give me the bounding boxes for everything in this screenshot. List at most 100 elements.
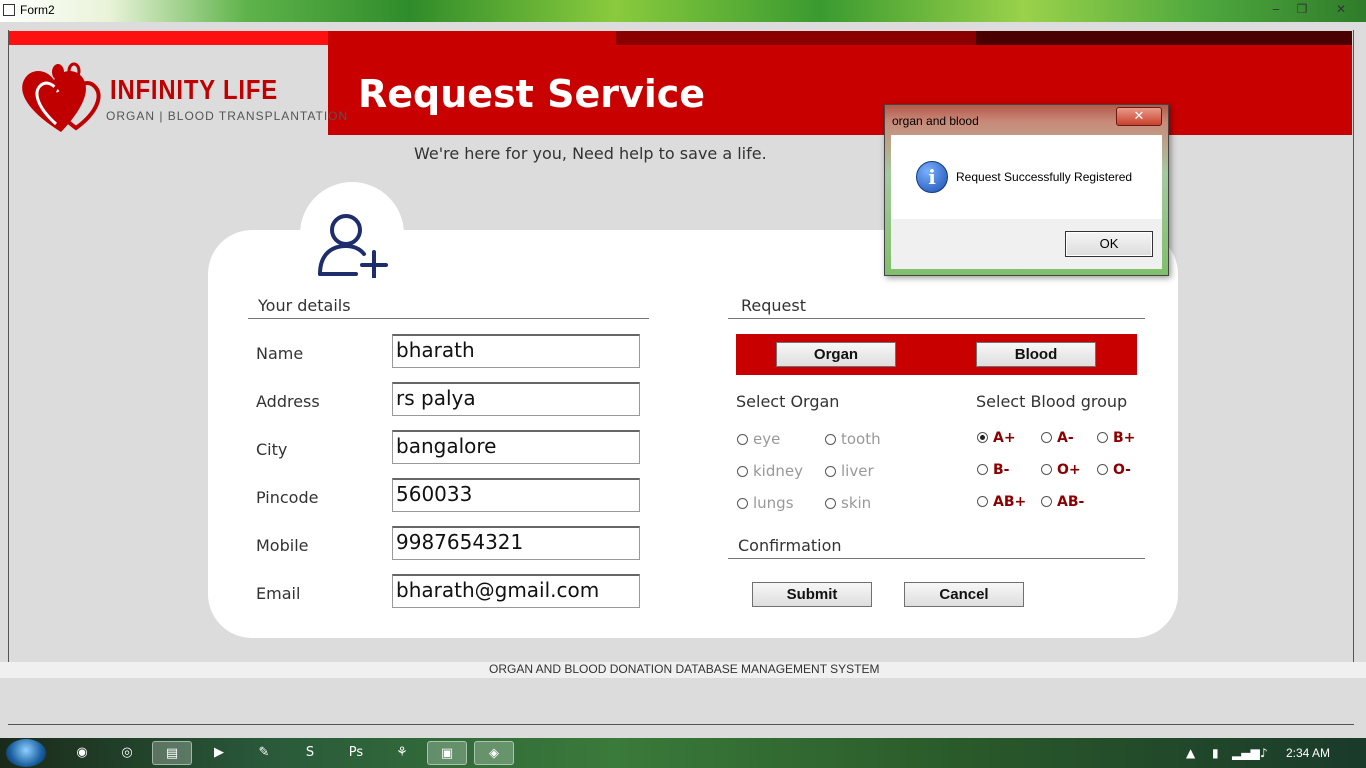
blood-label: O+ bbox=[1057, 462, 1081, 478]
form-app-icon[interactable]: ▣ bbox=[427, 741, 467, 765]
blood-label: AB+ bbox=[993, 494, 1027, 510]
firefox-icon[interactable]: ◉ bbox=[62, 741, 102, 765]
network-icon[interactable]: ▂▄▆ bbox=[1232, 746, 1260, 760]
organ-radio-tooth[interactable]: tooth bbox=[825, 430, 881, 448]
organ-radio-eye[interactable]: eye bbox=[737, 430, 780, 448]
header-stripe bbox=[616, 31, 976, 45]
window-title: Form2 bbox=[20, 3, 55, 17]
ok-button[interactable]: OK bbox=[1065, 231, 1153, 257]
message-dialog: organ and blood ✕ i Request Successfully… bbox=[884, 104, 1169, 276]
maximize-button[interactable]: ❐ bbox=[1290, 1, 1314, 18]
blood-radio-o-neg[interactable]: O- bbox=[1097, 462, 1131, 478]
organ-label: eye bbox=[753, 430, 781, 448]
app-icon[interactable]: ⚘ bbox=[382, 741, 422, 765]
name-field[interactable]: bharath bbox=[392, 334, 640, 368]
chrome-icon[interactable]: ◎ bbox=[107, 741, 147, 765]
minimize-button[interactable]: ‒ bbox=[1264, 1, 1288, 18]
dialog-body: i Request Successfully Registered bbox=[891, 135, 1162, 219]
mobile-label: Mobile bbox=[256, 536, 309, 555]
organ-label: liver bbox=[841, 462, 874, 480]
organ-radio-lungs[interactable]: lungs bbox=[737, 494, 794, 512]
clock[interactable]: 2:34 AM bbox=[1286, 746, 1330, 760]
cancel-button[interactable]: Cancel bbox=[904, 582, 1024, 607]
radio-circle[interactable] bbox=[1097, 464, 1108, 475]
blood-label: AB- bbox=[1057, 494, 1085, 510]
radio-circle[interactable] bbox=[1041, 496, 1052, 507]
radio-circle[interactable] bbox=[1041, 464, 1052, 475]
dialog-close-button[interactable]: ✕ bbox=[1116, 107, 1162, 126]
email-label: Email bbox=[256, 584, 301, 603]
radio-circle[interactable] bbox=[977, 464, 988, 475]
organ-label: tooth bbox=[841, 430, 881, 448]
address-label: Address bbox=[256, 392, 320, 411]
close-button[interactable]: ✕ bbox=[1326, 1, 1356, 18]
form-bottom-border bbox=[8, 724, 1354, 725]
email-field[interactable]: bharath@gmail.com bbox=[392, 574, 640, 608]
details-divider bbox=[248, 318, 649, 319]
vs-icon[interactable]: ◈ bbox=[474, 741, 514, 765]
brand-subtitle: ORGAN | BLOOD TRANSPLANTATION bbox=[106, 109, 349, 123]
page-title: Request Service bbox=[358, 72, 706, 116]
header-stripe-dark bbox=[976, 31, 1352, 45]
blood-label: B- bbox=[993, 462, 1010, 478]
app-icon[interactable] bbox=[3, 4, 15, 16]
notepad-icon[interactable]: ✎ bbox=[244, 741, 284, 765]
pincode-label: Pincode bbox=[256, 488, 319, 507]
sublime-icon[interactable]: S bbox=[290, 741, 330, 765]
battery-icon[interactable]: ▮ bbox=[1212, 746, 1219, 760]
confirmation-divider bbox=[728, 558, 1145, 559]
request-heading: Request bbox=[741, 296, 806, 315]
blood-radio-a-pos[interactable]: A+ bbox=[977, 430, 1016, 446]
organ-radio-kidney[interactable]: kidney bbox=[737, 462, 803, 480]
radio-circle[interactable] bbox=[825, 466, 836, 477]
radio-circle[interactable] bbox=[737, 498, 748, 509]
footer-text: ORGAN AND BLOOD DONATION DATABASE MANAGE… bbox=[489, 662, 880, 676]
organ-radio-liver[interactable]: liver bbox=[825, 462, 874, 480]
media-player-icon[interactable]: ▶ bbox=[199, 741, 239, 765]
header-accent-bar bbox=[9, 31, 329, 45]
organ-button[interactable]: Organ bbox=[776, 342, 896, 367]
select-organ-heading: Select Organ bbox=[736, 392, 840, 411]
add-user-icon bbox=[318, 214, 388, 278]
radio-circle[interactable] bbox=[825, 434, 836, 445]
organ-radio-skin[interactable]: skin bbox=[825, 494, 871, 512]
request-divider bbox=[728, 318, 1145, 319]
organ-label: kidney bbox=[753, 462, 803, 480]
form-card bbox=[208, 230, 1178, 638]
confirmation-heading: Confirmation bbox=[738, 536, 842, 555]
radio-circle[interactable] bbox=[737, 434, 748, 445]
city-label: City bbox=[256, 440, 288, 459]
blood-radio-b-pos[interactable]: B+ bbox=[1097, 430, 1135, 446]
blood-label: A- bbox=[1057, 430, 1074, 446]
pincode-field[interactable]: 560033 bbox=[392, 478, 640, 512]
window-titlebar: Form2 ‒ ❐ ✕ bbox=[0, 0, 1366, 22]
submit-button[interactable]: Submit bbox=[752, 582, 872, 607]
brand-name: INFINITY LIFE bbox=[110, 74, 278, 105]
radio-circle-selected[interactable] bbox=[977, 432, 988, 443]
blood-radio-b-neg[interactable]: B- bbox=[977, 462, 1009, 478]
city-field[interactable]: bangalore bbox=[392, 430, 640, 464]
start-button[interactable] bbox=[6, 739, 46, 767]
blood-radio-a-neg[interactable]: A- bbox=[1041, 430, 1074, 446]
radio-circle[interactable] bbox=[977, 496, 988, 507]
blood-label: B+ bbox=[1113, 430, 1136, 446]
name-label: Name bbox=[256, 344, 304, 363]
taskbar: ◉ ◎ ▤ ▶ ✎ S Ps ⚘ ▣ ◈ ▲ ▮ ▂▄▆ ♪ 2:34 AM bbox=[0, 738, 1366, 768]
radio-circle[interactable] bbox=[1097, 432, 1108, 443]
radio-circle[interactable] bbox=[1041, 432, 1052, 443]
blood-radio-ab-pos[interactable]: AB+ bbox=[977, 494, 1026, 510]
blood-radio-ab-neg[interactable]: AB- bbox=[1041, 494, 1084, 510]
blood-radio-o-pos[interactable]: O+ bbox=[1041, 462, 1081, 478]
address-field[interactable]: rs palya bbox=[392, 382, 640, 416]
radio-circle[interactable] bbox=[737, 466, 748, 477]
mobile-field[interactable]: 9987654321 bbox=[392, 526, 640, 560]
volume-icon[interactable]: ♪ bbox=[1260, 746, 1268, 760]
show-hidden-icons-icon[interactable]: ▲ bbox=[1186, 746, 1195, 760]
organ-label: lungs bbox=[753, 494, 794, 512]
radio-circle[interactable] bbox=[825, 498, 836, 509]
explorer-icon[interactable]: ▤ bbox=[152, 741, 192, 765]
details-heading: Your details bbox=[258, 296, 351, 315]
blood-button[interactable]: Blood bbox=[976, 342, 1096, 367]
dialog-title: organ and blood bbox=[892, 114, 979, 128]
photoshop-icon[interactable]: Ps bbox=[336, 741, 376, 765]
